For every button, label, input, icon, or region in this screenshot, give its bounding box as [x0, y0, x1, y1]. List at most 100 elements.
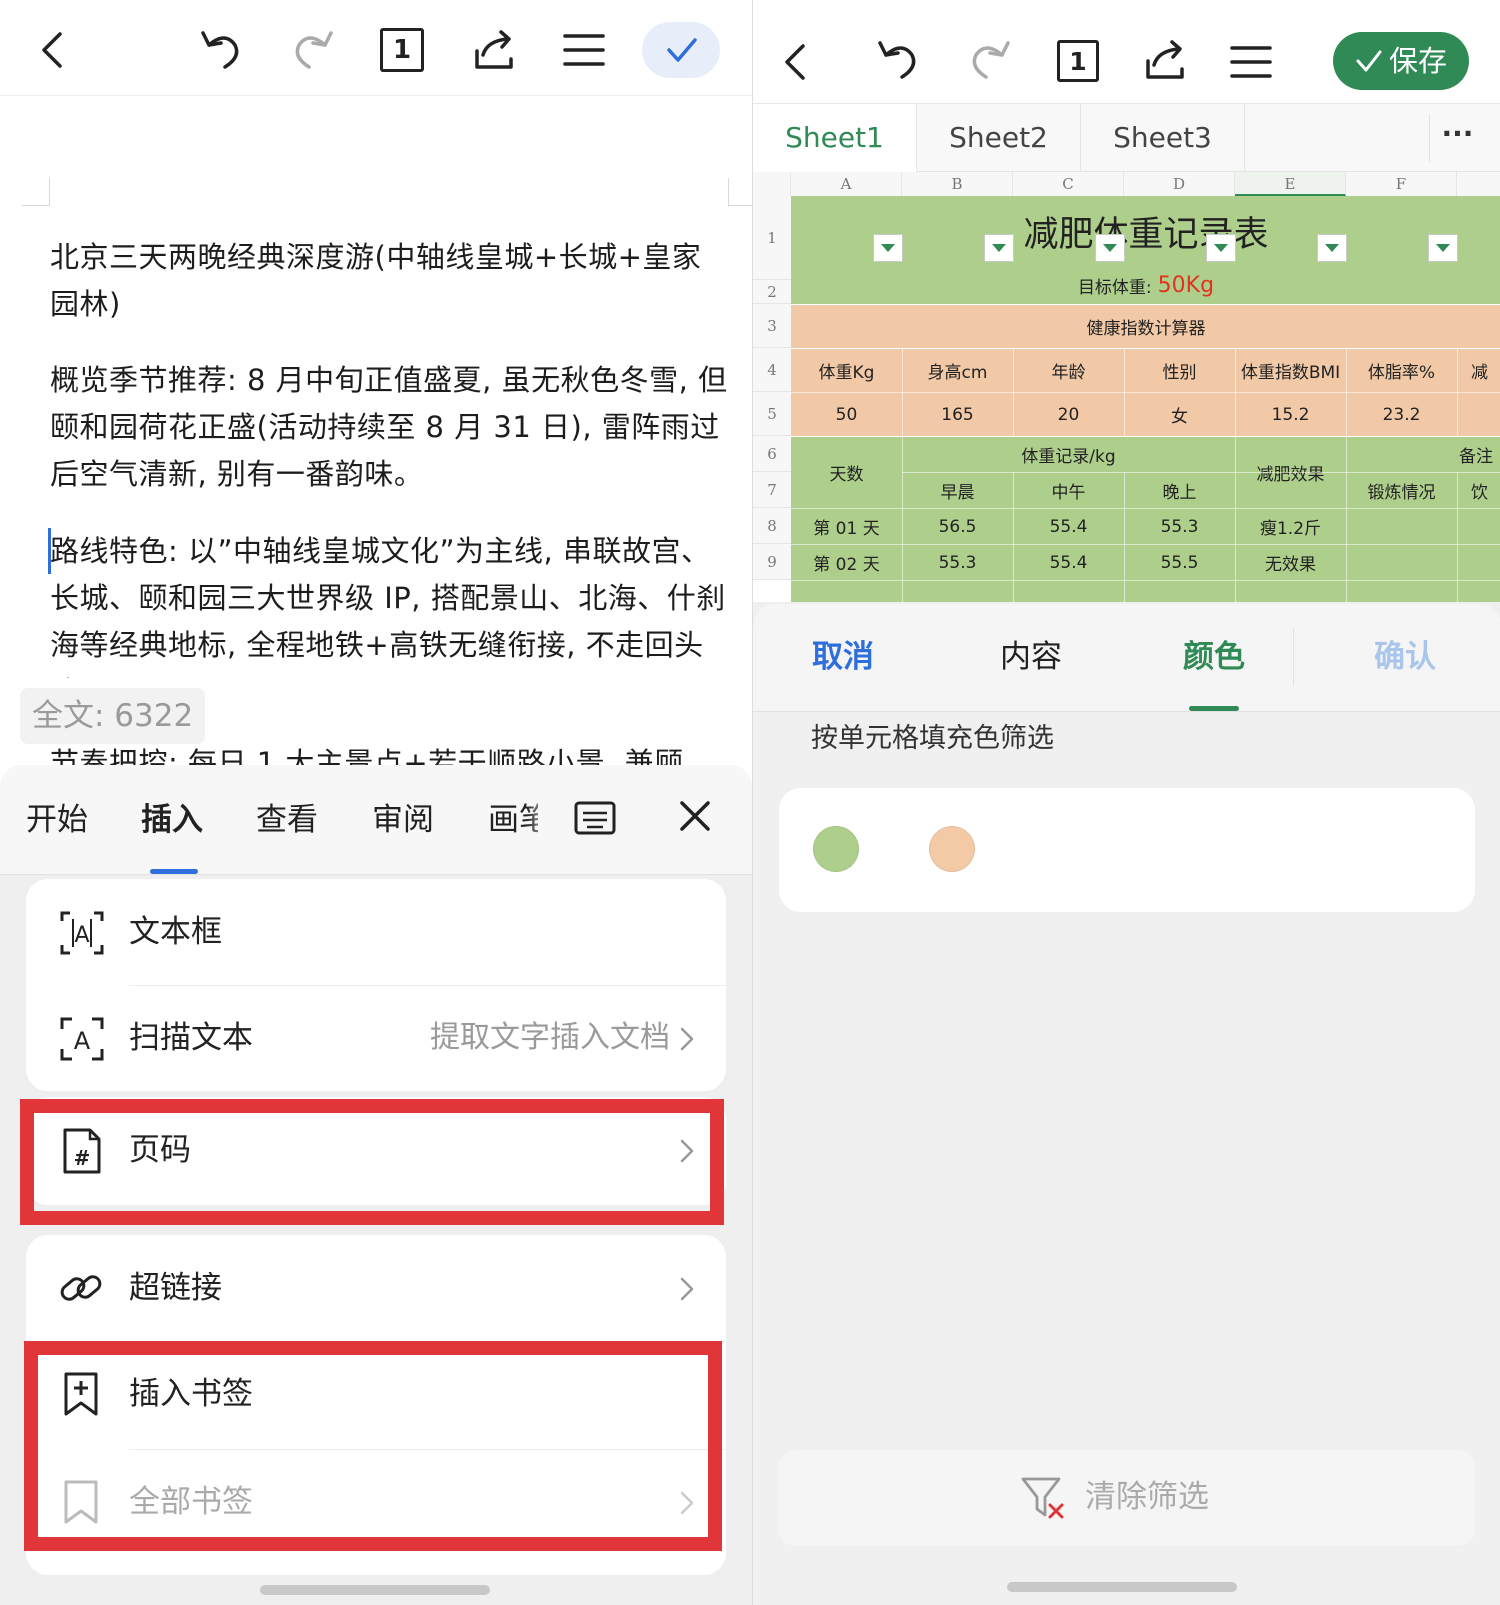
tab-insert[interactable]: 插入 [141, 799, 203, 841]
filter-dropdown-icon[interactable] [1206, 234, 1236, 262]
active-tab-indicator [150, 869, 198, 874]
filter-dropdown-icon[interactable] [873, 234, 903, 262]
calc-header[interactable]: 性别 [1124, 349, 1235, 392]
filter-cancel-button[interactable]: 取消 [773, 634, 913, 680]
calc-header[interactable]: 体脂率% [1346, 349, 1457, 392]
textbox-icon: A [58, 909, 106, 957]
row-header[interactable]: 4 [753, 348, 791, 392]
menu-item-scan-text[interactable]: A 扫描文本 提取文字插入文档 [26, 985, 726, 1093]
filter-dropdown-icon[interactable] [984, 234, 1014, 262]
undo-icon[interactable] [873, 34, 925, 86]
calc-header[interactable]: 体重Kg [791, 349, 902, 392]
log-cell[interactable]: 55.3 [902, 545, 1013, 580]
calc-value[interactable]: 15.2 [1235, 393, 1346, 436]
page-view-icon[interactable]: 1 [1057, 40, 1099, 82]
row-header[interactable]: 6 [753, 436, 791, 472]
save-button[interactable]: 保存 [1333, 32, 1469, 90]
document-paragraph[interactable]: 概览季节推荐: 8 月中旬正值盛夏, 虽无秋色冬雪, 但颐和园荷花正盛(活动持续… [50, 357, 730, 498]
filter-tab-content[interactable]: 内容 [961, 634, 1101, 680]
document-title-paragraph[interactable]: 北京三天两晚经典深度游(中轴线皇城+长城+皇家园林) [50, 234, 730, 328]
svg-text:A: A [74, 923, 89, 948]
tab-review[interactable]: 审阅 [372, 799, 434, 841]
target-weight-cell[interactable]: 目标体重: 50Kg [791, 268, 1500, 302]
row-header[interactable]: 1 [753, 196, 791, 280]
filter-dropdown-icon[interactable] [1095, 234, 1125, 262]
log-cell-effect[interactable]: 瘦1.2斤 [1235, 509, 1346, 544]
log-header-diet[interactable]: 饮 [1457, 473, 1500, 508]
log-cell[interactable]: 55.4 [1013, 509, 1124, 544]
filter-header: 取消 内容 颜色 确认 [753, 604, 1500, 712]
calc-value[interactable]: 165 [902, 393, 1013, 436]
share-icon[interactable] [1139, 34, 1191, 86]
redo-icon[interactable] [963, 34, 1015, 86]
row-header[interactable]: 5 [753, 392, 791, 436]
row-header[interactable]: 3 [753, 304, 791, 348]
log-header-morning[interactable]: 早晨 [902, 473, 1013, 508]
done-button[interactable] [642, 22, 720, 78]
log-cell-day[interactable]: 第 02 天 [791, 545, 902, 580]
log-cell[interactable]: 55.5 [1124, 545, 1235, 580]
row-header[interactable]: 2 [753, 280, 791, 304]
log-header-days[interactable]: 天数 [791, 437, 902, 508]
filter-confirm-button[interactable]: 确认 [1335, 634, 1475, 680]
close-icon[interactable] [672, 793, 718, 839]
active-tab-indicator [1189, 706, 1239, 711]
calc-header[interactable]: 年龄 [1013, 349, 1124, 392]
column-header-selected[interactable]: E [1235, 172, 1346, 196]
document-paragraph[interactable]: 路线特色: 以”中轴线皇城文化”为主线, 串联故宫、长城、颐和园三大世界级 IP… [50, 528, 730, 678]
clear-filter-button[interactable]: 清除筛选 [779, 1450, 1475, 1546]
back-icon[interactable] [30, 22, 76, 78]
redo-icon[interactable] [286, 24, 338, 76]
calc-value[interactable]: 女 [1124, 393, 1235, 436]
row-header[interactable]: 9 [753, 544, 791, 580]
column-header[interactable]: F [1346, 172, 1457, 196]
sheet-tab-1[interactable]: Sheet1 [753, 104, 917, 172]
column-header[interactable] [1457, 172, 1500, 196]
log-header-noon[interactable]: 中午 [1013, 473, 1124, 508]
calc-value[interactable]: 20 [1013, 393, 1124, 436]
page-view-icon[interactable]: 1 [380, 28, 424, 72]
keyboard-icon[interactable] [572, 795, 618, 841]
log-header-evening[interactable]: 晚上 [1124, 473, 1235, 508]
back-icon[interactable] [773, 34, 819, 90]
column-header[interactable]: D [1124, 172, 1235, 196]
calc-header[interactable]: 减 [1457, 349, 1500, 392]
row-header[interactable]: 8 [753, 508, 791, 544]
row-header[interactable]: 7 [753, 472, 791, 508]
log-header-exercise[interactable]: 锻炼情况 [1346, 473, 1457, 508]
filter-tab-color[interactable]: 颜色 [1144, 634, 1284, 680]
log-header-notes[interactable]: 备注 [1346, 437, 1500, 472]
column-header[interactable]: A [791, 172, 902, 196]
more-sheets-button[interactable]: ··· [1429, 114, 1485, 162]
calc-value[interactable]: 50 [791, 393, 902, 436]
calc-header[interactable]: 体重指数BMI [1235, 349, 1346, 392]
sheet-tab-3[interactable]: Sheet3 [1081, 104, 1245, 172]
select-all-corner[interactable] [753, 172, 791, 196]
log-cell-effect[interactable]: 无效果 [1235, 545, 1346, 580]
menu-icon[interactable] [560, 26, 608, 74]
log-cell-day[interactable]: 第 01 天 [791, 509, 902, 544]
column-header[interactable]: B [902, 172, 1013, 196]
color-swatch-peach[interactable] [929, 826, 975, 872]
filter-dropdown-icon[interactable] [1317, 234, 1347, 262]
menu-item-textbox[interactable]: A 文本框 [26, 879, 726, 987]
tab-view[interactable]: 查看 [256, 799, 318, 841]
color-swatch-green[interactable] [813, 826, 859, 872]
undo-icon[interactable] [196, 24, 248, 76]
log-cell[interactable]: 56.5 [902, 509, 1013, 544]
calculator-title[interactable]: 健康指数计算器 [791, 305, 1500, 348]
log-cell[interactable]: 55.3 [1124, 509, 1235, 544]
log-cell[interactable]: 55.4 [1013, 545, 1124, 580]
log-header-weight[interactable]: 体重记录/kg [902, 437, 1235, 472]
scan-text-icon: A [58, 1015, 106, 1063]
menu-icon[interactable] [1227, 38, 1275, 86]
sheet-tab-2[interactable]: Sheet2 [917, 104, 1081, 172]
column-header[interactable]: C [1013, 172, 1124, 196]
filter-dropdown-icon[interactable] [1428, 234, 1458, 262]
tab-start[interactable]: 开始 [26, 799, 88, 841]
calc-header[interactable]: 身高cm [902, 349, 1013, 392]
share-icon[interactable] [468, 24, 520, 76]
menu-item-hyperlink[interactable]: 超链接 [26, 1235, 726, 1343]
word-count-badge[interactable]: 全文: 6322 [20, 688, 206, 744]
calc-value[interactable]: 23.2 [1346, 393, 1457, 436]
